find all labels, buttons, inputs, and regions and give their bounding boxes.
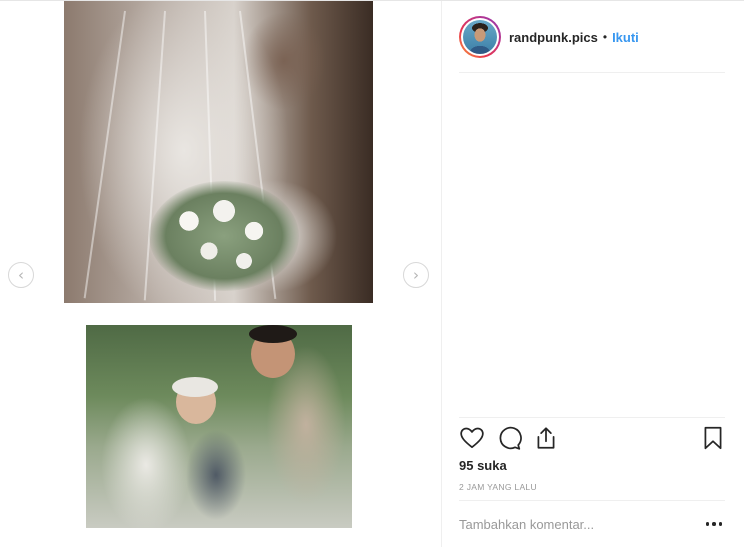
avatar-image	[463, 20, 497, 54]
chevron-right-icon: ›	[413, 265, 419, 284]
separator-dot: •	[602, 30, 608, 44]
next-slide-button[interactable]: ›	[403, 262, 429, 288]
post-photo-bride-veil	[64, 1, 373, 303]
comment-input[interactable]	[459, 516, 703, 532]
comment-bubble-icon[interactable]	[496, 425, 522, 451]
more-options-icon[interactable]	[703, 513, 725, 535]
heart-icon[interactable]	[459, 425, 485, 451]
share-upload-icon[interactable]	[533, 425, 559, 451]
previous-slide-button[interactable]: ‹	[8, 262, 34, 288]
actions-divider	[459, 417, 725, 418]
post-photo-wedding-ceremony	[86, 325, 352, 528]
chevron-left-icon: ‹	[18, 265, 24, 284]
header-divider	[459, 72, 725, 73]
post-header: randpunk.pics • Ikuti	[459, 15, 725, 59]
bouquet-flowers	[149, 181, 299, 291]
action-bar	[459, 425, 725, 453]
follow-button[interactable]: Ikuti	[612, 30, 639, 45]
post-timestamp: 2 JAM YANG LALU	[459, 482, 537, 492]
likes-count[interactable]: 95 suka	[459, 458, 507, 473]
post-info-panel: randpunk.pics • Ikuti 95 suka 2 JAM YANG…	[441, 1, 744, 547]
instagram-post-modal: ‹ › randpunk.pics • Ikuti 95 suka 2 JAM …	[0, 0, 744, 547]
post-media-area: ‹ ›	[0, 1, 440, 547]
avatar[interactable]	[459, 16, 501, 58]
bookmark-icon[interactable]	[700, 425, 726, 451]
username-link[interactable]: randpunk.pics	[509, 30, 598, 45]
comment-box	[459, 507, 725, 541]
comment-divider	[459, 500, 725, 501]
